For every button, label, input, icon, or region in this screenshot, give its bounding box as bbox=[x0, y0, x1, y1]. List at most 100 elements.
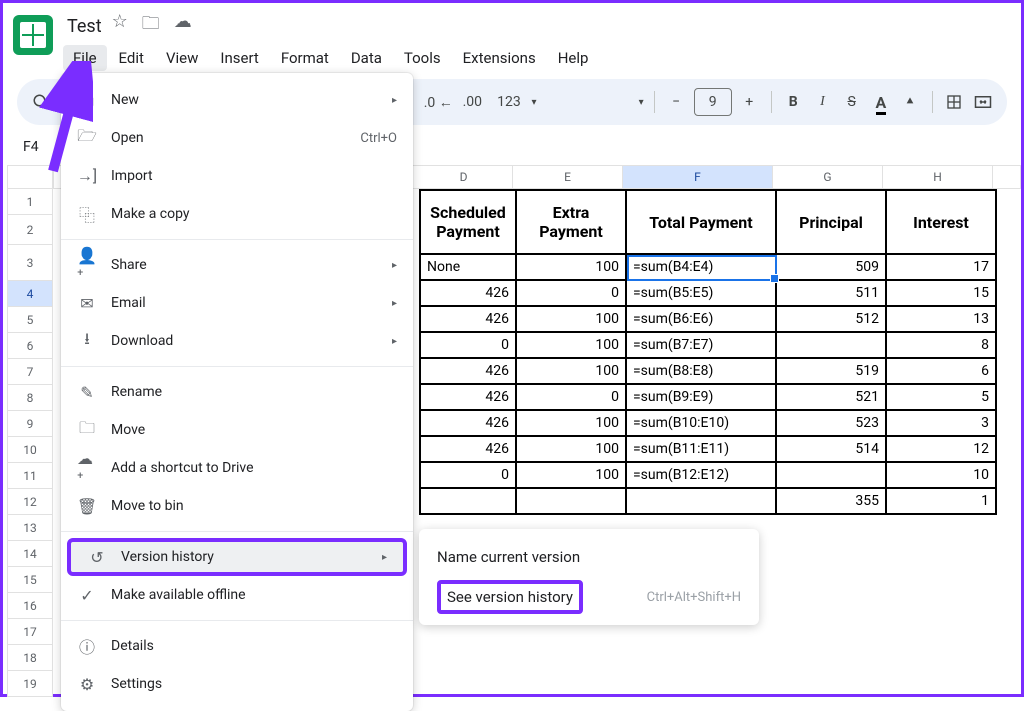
bold-button[interactable]: B bbox=[782, 88, 805, 116]
menu-extensions[interactable]: Extensions bbox=[453, 45, 546, 71]
cell-r5-g[interactable]: 511 bbox=[777, 281, 887, 307]
format-123-button[interactable]: 123 bbox=[492, 88, 525, 116]
cell-r10-e[interactable]: 100 bbox=[517, 411, 627, 437]
cell-r11-g[interactable]: 514 bbox=[777, 437, 887, 463]
menu-edit[interactable]: Edit bbox=[109, 45, 154, 71]
cell-r4-h[interactable]: 17 bbox=[887, 255, 997, 281]
cell-r5-h[interactable]: 15 bbox=[887, 281, 997, 307]
cell-r10-g[interactable]: 523 bbox=[777, 411, 887, 437]
cell-r13-g[interactable]: 355 bbox=[777, 489, 887, 515]
cell-r12-h[interactable]: 10 bbox=[887, 463, 997, 489]
cell-r4-f[interactable]: =sum(B4:E4) bbox=[627, 255, 777, 281]
cell-r12-e[interactable]: 100 bbox=[517, 463, 627, 489]
select-all-corner[interactable] bbox=[7, 165, 53, 189]
cell-r12-f[interactable]: =sum(B12:E12) bbox=[627, 463, 777, 489]
cloud-status-icon[interactable]: ☁ bbox=[174, 11, 192, 41]
menu-settings[interactable]: ⚙Settings bbox=[61, 665, 413, 703]
search-menus-icon[interactable] bbox=[29, 88, 52, 116]
cell-r9-d[interactable]: 426 bbox=[419, 385, 517, 411]
col-header-g[interactable]: G bbox=[773, 165, 883, 189]
cell-r4-g[interactable]: 509 bbox=[777, 255, 887, 281]
cell-r9-g[interactable]: 521 bbox=[777, 385, 887, 411]
cell-r13-e[interactable] bbox=[517, 489, 627, 515]
cell-r8-d[interactable]: 426 bbox=[419, 359, 517, 385]
row-header-11[interactable]: 11 bbox=[7, 463, 53, 489]
menu-open[interactable]: 🗁OpenCtrl+O bbox=[61, 119, 413, 157]
menu-details[interactable]: ⓘDetails bbox=[61, 627, 413, 665]
row-header-2[interactable]: 2 bbox=[7, 215, 53, 245]
merge-cells-button[interactable] bbox=[972, 88, 995, 116]
row-header-6[interactable]: 6 bbox=[7, 333, 53, 359]
cell-r13-f[interactable] bbox=[627, 489, 777, 515]
cell-r10-f[interactable]: =sum(B10:E10) bbox=[627, 411, 777, 437]
row-header-14[interactable]: 14 bbox=[7, 541, 53, 567]
row-header-4[interactable]: 4 bbox=[7, 281, 53, 307]
star-icon[interactable]: ☆ bbox=[112, 11, 128, 41]
borders-button[interactable] bbox=[943, 88, 966, 116]
row-header-18[interactable]: 18 bbox=[7, 645, 53, 671]
row-header-17[interactable]: 17 bbox=[7, 619, 53, 645]
cell-r5-e[interactable]: 0 bbox=[517, 281, 627, 307]
menu-rename[interactable]: ✎Rename bbox=[61, 373, 413, 411]
cell-r9-h[interactable]: 5 bbox=[887, 385, 997, 411]
cell-r8-g[interactable]: 519 bbox=[777, 359, 887, 385]
menu-make-copy[interactable]: ⿻Make a copy bbox=[61, 195, 413, 233]
cell-r6-h[interactable]: 13 bbox=[887, 307, 997, 333]
col-header-e[interactable]: E bbox=[513, 165, 623, 189]
cell-r11-h[interactable]: 12 bbox=[887, 437, 997, 463]
menu-tools[interactable]: Tools bbox=[394, 45, 451, 71]
row-header-5[interactable]: 5 bbox=[7, 307, 53, 333]
document-title[interactable]: Test bbox=[67, 16, 102, 37]
cell-r9-f[interactable]: =sum(B9:E9) bbox=[627, 385, 777, 411]
cell-r6-g[interactable]: 512 bbox=[777, 307, 887, 333]
row-header-15[interactable]: 15 bbox=[7, 567, 53, 593]
cell-r7-g[interactable] bbox=[777, 333, 887, 359]
name-box[interactable]: F4 bbox=[17, 135, 60, 159]
menu-move-to-bin[interactable]: 🗑Move to bin bbox=[61, 487, 413, 525]
row-header-7[interactable]: 7 bbox=[7, 359, 53, 385]
row-header-10[interactable]: 10 bbox=[7, 437, 53, 463]
col-header-i[interactable] bbox=[993, 165, 1021, 189]
cell-r12-g[interactable] bbox=[777, 463, 887, 489]
strikethrough-button[interactable]: S bbox=[840, 88, 863, 116]
cell-r11-e[interactable]: 100 bbox=[517, 437, 627, 463]
cell-r7-d[interactable]: 0 bbox=[419, 333, 517, 359]
menu-format[interactable]: Format bbox=[271, 45, 339, 71]
row-header-12[interactable]: 12 bbox=[7, 489, 53, 515]
menu-email[interactable]: ✉Email▸ bbox=[61, 284, 413, 322]
cell-r9-e[interactable]: 0 bbox=[517, 385, 627, 411]
cell-r10-d[interactable]: 426 bbox=[419, 411, 517, 437]
col-header-h[interactable]: H bbox=[883, 165, 993, 189]
submenu-see-version-history[interactable]: See version history Ctrl+Alt+Shift+H bbox=[419, 577, 759, 617]
cell-r8-e[interactable]: 100 bbox=[517, 359, 627, 385]
cell-r11-f[interactable]: =sum(B11:E11) bbox=[627, 437, 777, 463]
increase-font-size-button[interactable]: + bbox=[738, 88, 761, 116]
move-folder-icon[interactable]: 🗀 bbox=[142, 11, 160, 41]
col-header-f[interactable]: F bbox=[623, 165, 773, 189]
menu-download[interactable]: ⭳Download▸ bbox=[61, 322, 413, 360]
cell-r6-e[interactable]: 100 bbox=[517, 307, 627, 333]
cell-r7-h[interactable]: 8 bbox=[887, 333, 997, 359]
col-header-d[interactable]: D bbox=[415, 165, 513, 189]
sheets-logo-icon[interactable] bbox=[13, 15, 53, 55]
menu-version-history[interactable]: ↺Version history▸ bbox=[67, 538, 407, 576]
menu-new[interactable]: ▢New▸ bbox=[61, 81, 413, 119]
menu-help[interactable]: Help bbox=[548, 45, 599, 71]
increase-decimal-icon[interactable]: .00 bbox=[458, 88, 486, 116]
cell-r8-f[interactable]: =sum(B8:E8) bbox=[627, 359, 777, 385]
cell-r12-d[interactable]: 0 bbox=[419, 463, 517, 489]
menu-make-available-offline[interactable]: ✓Make available offline bbox=[61, 576, 413, 614]
row-header-16[interactable]: 16 bbox=[7, 593, 53, 619]
menu-insert[interactable]: Insert bbox=[210, 45, 268, 71]
submenu-name-current-version[interactable]: Name current version bbox=[419, 537, 759, 577]
cell-r7-e[interactable]: 100 bbox=[517, 333, 627, 359]
fill-color-button[interactable] bbox=[898, 88, 921, 116]
menu-move[interactable]: 🗀Move bbox=[61, 411, 413, 449]
italic-button[interactable]: I bbox=[811, 88, 834, 116]
cell-r8-h[interactable]: 6 bbox=[887, 359, 997, 385]
menu-import[interactable]: →]Import bbox=[61, 157, 413, 195]
decrease-font-size-button[interactable]: − bbox=[664, 88, 687, 116]
cell-r11-d[interactable]: 426 bbox=[419, 437, 517, 463]
menu-file[interactable]: File bbox=[63, 45, 107, 71]
cell-r4-d[interactable]: None bbox=[419, 255, 517, 281]
